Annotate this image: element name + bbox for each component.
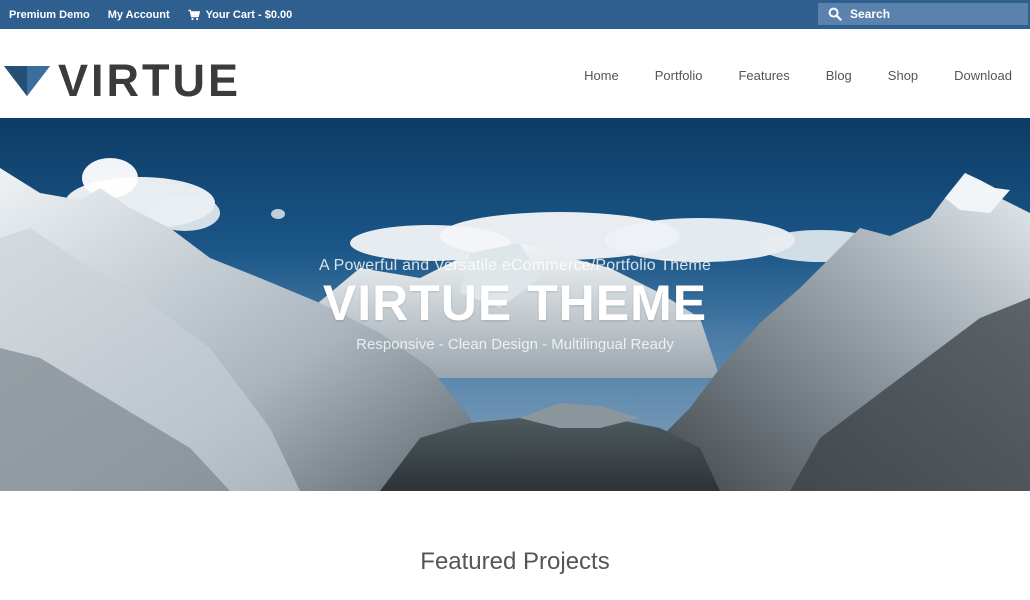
nav-home[interactable]: Home <box>584 68 619 83</box>
hero-subtitle: A Powerful and Versatile eCommerce/Portf… <box>318 257 712 274</box>
logo-text: VIRTUE <box>58 55 242 106</box>
nav-shop[interactable]: Shop <box>888 68 918 83</box>
logo-triangle-icon <box>4 65 50 96</box>
my-account-link[interactable]: My Account <box>108 9 170 21</box>
main-nav: Home Portfolio Features Blog Shop Downlo… <box>548 68 1012 83</box>
featured-projects-heading: Featured Projects <box>420 548 610 575</box>
search-icon[interactable] <box>828 7 842 21</box>
nav-download[interactable]: Download <box>954 68 1012 83</box>
nav-blog[interactable]: Blog <box>826 68 852 83</box>
cart-icon <box>188 9 200 21</box>
top-bar-links: Premium Demo My Account Your Cart - $0.0… <box>9 0 310 29</box>
top-bar: Premium Demo My Account Your Cart - $0.0… <box>0 0 1030 29</box>
site-logo[interactable]: VIRTUE <box>4 58 241 103</box>
search-box <box>818 3 1028 25</box>
cart-link[interactable]: Your Cart - $0.00 <box>188 8 293 21</box>
hero-title: VIRTUE THEME <box>322 275 708 331</box>
search-input[interactable] <box>850 7 1020 21</box>
nav-features[interactable]: Features <box>738 68 789 83</box>
premium-demo-link[interactable]: Premium Demo <box>9 9 90 21</box>
site-header: VIRTUE Home Portfolio Features Blog Shop… <box>0 29 1030 118</box>
hero-tagline: Responsive - Clean Design - Multilingual… <box>356 336 674 353</box>
nav-portfolio[interactable]: Portfolio <box>655 68 703 83</box>
hero-text: A Powerful and Versatile eCommerce/Portf… <box>0 118 1030 491</box>
cart-label: Your Cart - $0.00 <box>205 8 293 21</box>
hero-banner: A Powerful and Versatile eCommerce/Portf… <box>0 118 1030 491</box>
